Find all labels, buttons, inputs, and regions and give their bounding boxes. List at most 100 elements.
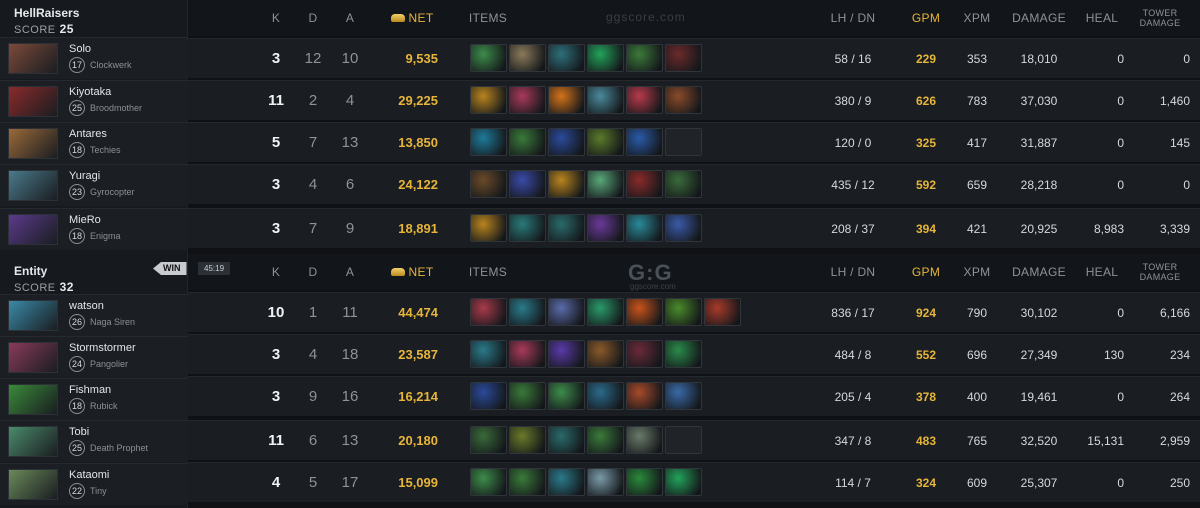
item-icon[interactable] [509,86,546,114]
item-icon[interactable] [548,86,585,114]
xpm-value: 609 [966,475,988,490]
item-icon[interactable] [470,214,507,242]
item-icon[interactable] [587,382,624,410]
item-icon[interactable] [509,340,546,368]
hero-portrait [8,469,58,500]
item-icon[interactable] [548,170,585,198]
item-icon[interactable] [548,298,585,326]
item-icon[interactable] [470,44,507,72]
header-xpm: XPM [963,11,991,25]
item-icon[interactable] [587,468,624,496]
header-items: ITEMS [468,265,508,279]
hero-portrait [8,214,58,245]
item-icon[interactable] [665,340,702,368]
item-icon[interactable] [470,468,507,496]
item-icon[interactable] [470,170,507,198]
item-icon[interactable] [626,86,663,114]
item-icon[interactable] [548,44,585,72]
last-hits: 435 [831,177,852,192]
table-row: 3 9 16 378 400 19,461 0 264 16,214 205 / 4 [188,376,1200,416]
item-icon[interactable] [548,214,585,242]
item-icon[interactable] [626,426,663,454]
item-icon[interactable] [665,214,702,242]
hero-name: Death Prophet [90,443,149,453]
item-icon[interactable] [665,298,702,326]
item-icon[interactable] [665,170,702,198]
item-icon[interactable] [626,170,663,198]
item-icon[interactable] [704,298,741,326]
player-level: 17 [69,57,85,73]
xpm-value: 417 [966,135,988,150]
item-icon[interactable] [587,298,624,326]
item-icon[interactable] [470,426,507,454]
player-card[interactable]: MieRo 18 Enigma [0,208,188,250]
item-icon[interactable] [587,86,624,114]
header-gpm: GPM [911,11,941,25]
assists: 18 [341,346,359,363]
item-icon[interactable] [548,468,585,496]
item-icon[interactable] [587,426,624,454]
hero-portrait [8,384,58,415]
header-d: D [308,265,318,279]
item-icon[interactable] [470,340,507,368]
player-card[interactable]: Kataomi 22 Tiny [0,463,188,505]
item-icon[interactable] [626,340,663,368]
player-card[interactable]: Kiyotaka 25 Broodmother [0,80,188,122]
item-icon[interactable] [587,128,624,156]
item-icon[interactable] [548,426,585,454]
kills: 3 [271,220,281,237]
item-icon[interactable] [626,44,663,72]
item-icon[interactable] [509,214,546,242]
item-icon[interactable] [626,128,663,156]
last-hits: 836 [831,305,852,320]
item-icon[interactable] [665,382,702,410]
item-icon[interactable] [470,86,507,114]
item-icon[interactable] [509,170,546,198]
item-icon[interactable] [470,298,507,326]
item-icon[interactable] [470,128,507,156]
last-hits-denies: 435 / 12 [808,165,898,204]
item-icon[interactable] [587,44,624,72]
item-icon[interactable] [509,44,546,72]
item-icon[interactable] [509,426,546,454]
item-icon[interactable] [509,468,546,496]
tower-damage-value: 145 [1169,135,1190,150]
item-icon[interactable] [626,382,663,410]
team-header: HellRaisers SCORE 25 [0,2,188,42]
item-slots [470,426,702,456]
item-icon[interactable] [470,382,507,410]
item-icon[interactable] [587,214,624,242]
empty-item-slot[interactable] [665,426,702,454]
header-d: D [308,11,318,25]
player-card[interactable]: Antares 18 Techies [0,122,188,164]
gold-coin-icon [390,14,405,22]
player-card[interactable]: Fishman 18 Rubick [0,378,188,420]
item-icon[interactable] [587,170,624,198]
damage-value: 27,349 [1020,347,1058,362]
header-damage: DAMAGE [1012,265,1066,279]
deaths: 1 [308,304,318,321]
item-icon[interactable] [665,468,702,496]
item-icon[interactable] [626,298,663,326]
item-icon[interactable] [548,382,585,410]
player-card[interactable]: Stormstormer 24 Pangolier [0,336,188,378]
player-card[interactable]: Tobi 25 Death Prophet [0,420,188,462]
player-card[interactable]: Solo 17 Clockwerk [0,37,188,79]
item-icon[interactable] [509,382,546,410]
item-icon[interactable] [548,128,585,156]
item-icon[interactable] [587,340,624,368]
item-icon[interactable] [509,128,546,156]
item-icon[interactable] [626,214,663,242]
item-icon[interactable] [509,298,546,326]
player-card[interactable]: watson 26 Naga Siren [0,294,188,336]
xpm-value: 659 [966,177,988,192]
player-card[interactable]: Yuragi 23 Gyrocopter [0,164,188,206]
item-icon[interactable] [665,44,702,72]
item-icon[interactable] [626,468,663,496]
denies: 12 [861,177,875,192]
damage-value: 31,887 [1020,135,1058,150]
empty-item-slot[interactable] [665,128,702,156]
item-icon[interactable] [548,340,585,368]
table-row: 5 7 13 325 417 31,887 0 145 13,850 120 / 0 [188,122,1200,162]
item-icon[interactable] [665,86,702,114]
